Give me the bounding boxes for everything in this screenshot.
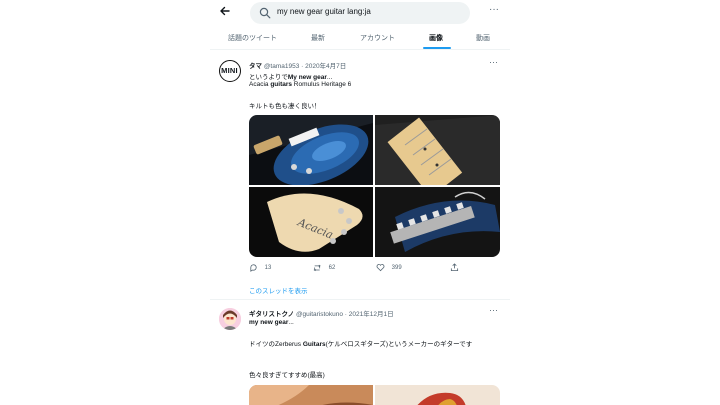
author-name[interactable]: ギタリストクノ (249, 311, 294, 318)
top-bar: my new gear guitar lang:ja ··· (210, 0, 510, 26)
tab-latest[interactable]: 最新 (311, 33, 325, 43)
more-options-icon[interactable]: ··· (487, 4, 501, 18)
photo-guitar-red[interactable] (375, 385, 500, 405)
heart-icon (376, 264, 385, 272)
media-grid (249, 385, 500, 405)
author-name[interactable]: タマ (249, 63, 262, 70)
tab-photos[interactable]: 画像 (429, 33, 443, 43)
retweet-button[interactable]: 62 (313, 263, 335, 272)
avatar[interactable]: MINI (219, 60, 241, 82)
share-icon (450, 263, 459, 272)
tweet-more-icon[interactable]: ··· (489, 57, 498, 67)
search-box[interactable]: my new gear guitar lang:ja (250, 2, 470, 24)
reply-count: 13 (264, 265, 272, 272)
photo-bridge[interactable] (375, 187, 500, 257)
avatar-character-icon (219, 308, 241, 330)
main-column: my new gear guitar lang:ja ··· 話題のツイート 最… (210, 0, 510, 405)
media-grid: Acacia (249, 115, 500, 257)
tab-people[interactable]: アカウント (360, 33, 395, 43)
retweet-count: 62 (328, 265, 336, 272)
like-button[interactable]: 399 (376, 263, 402, 272)
retweet-icon (313, 264, 321, 272)
share-button[interactable] (450, 263, 459, 272)
tweet-header: タマ @tama1953 · 2020年4月7日 (249, 60, 346, 70)
photo-guitar-neck[interactable] (375, 115, 500, 185)
back-arrow-icon[interactable] (218, 4, 232, 18)
show-thread-link[interactable]: このスレッドを表示 (249, 285, 308, 295)
tweet-header: ギタリストクノ @guitaristokuno · 2021年12月1日 (249, 308, 394, 318)
active-tab-indicator (423, 47, 451, 49)
search-icon (259, 7, 271, 19)
photo-guitar-wood[interactable] (249, 385, 373, 405)
author-handle[interactable]: @tama1953 · 2020年4月7日 (264, 63, 346, 70)
tab-videos[interactable]: 動画 (476, 33, 490, 43)
search-tabs: 話題のツイート 最新 アカウント 画像 動画 (210, 26, 510, 50)
avatar[interactable] (219, 308, 241, 330)
reply-button[interactable]: 13 (249, 263, 271, 272)
tweet-more-icon[interactable]: ··· (489, 305, 498, 315)
reply-icon (250, 264, 257, 272)
photo-headstock[interactable]: Acacia (249, 187, 373, 257)
like-count: 399 (391, 265, 402, 272)
tweet-text-line: キルトも色も凄く良い！ (249, 103, 321, 110)
photo-guitar-body-blue[interactable] (249, 115, 373, 185)
search-query[interactable]: my new gear guitar lang:ja (277, 7, 371, 16)
tweet-text-line: my new gear... (249, 319, 294, 326)
author-handle[interactable]: @guitaristokuno · 2021年12月1日 (296, 311, 394, 318)
tweet-text-line: Acacia guitars Romulus Heritage 6 (249, 81, 352, 88)
tab-top[interactable]: 話題のツイート (228, 33, 277, 43)
tweet-divider (210, 299, 510, 300)
avatar-logo-text: MINI (221, 66, 238, 75)
tweet-text-line: 色々良すぎてすすめ(最高) (249, 372, 325, 379)
tweet-text-line: ドイツのZerberus Guitars(ケルベロスギターズ)というメーカーのギ… (249, 341, 473, 348)
tweet-text-line: というよりでMy new gear... (249, 74, 333, 81)
